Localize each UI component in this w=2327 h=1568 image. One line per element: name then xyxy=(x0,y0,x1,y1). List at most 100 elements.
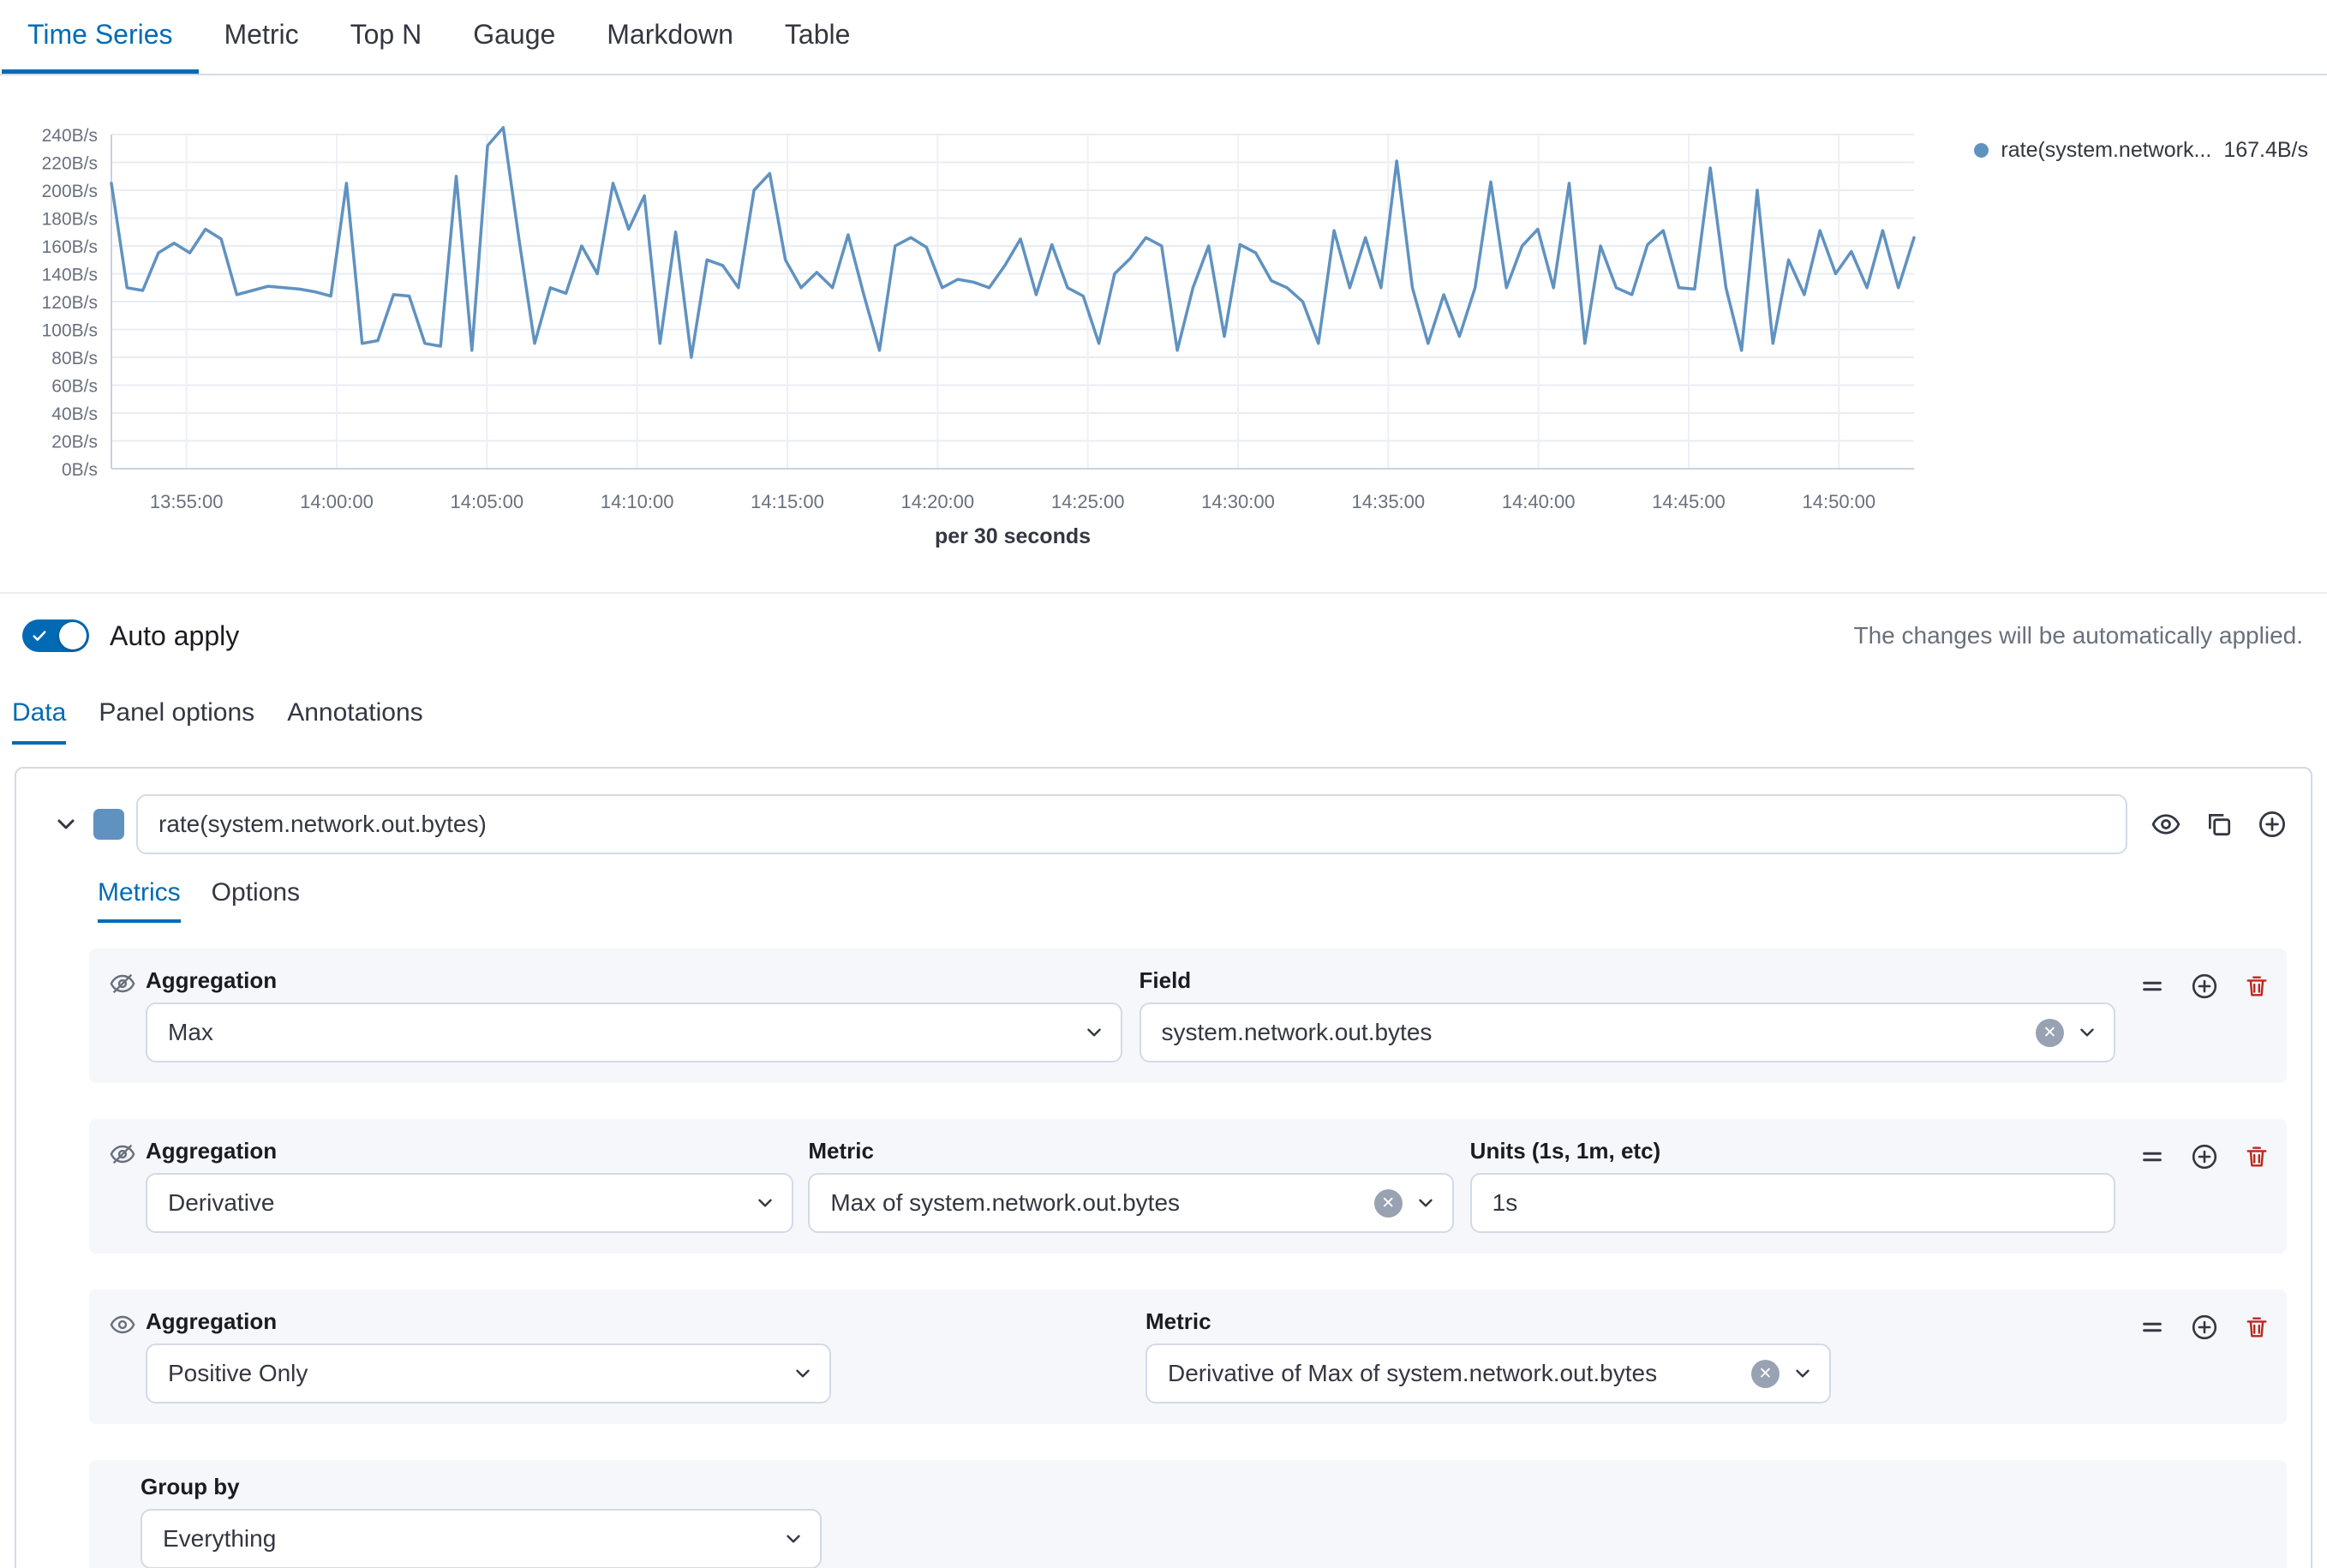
x-axis-label: 13:55:00 xyxy=(150,491,224,512)
select-value: Derivative xyxy=(168,1189,742,1217)
metric-row: Aggregation Max Field system.network.out… xyxy=(89,949,2287,1083)
add-series-button[interactable] xyxy=(2258,810,2287,839)
drag-handle-icon[interactable] xyxy=(2139,973,2165,999)
metric-label: Metric xyxy=(1146,1308,1831,1335)
tab-panel-options[interactable]: Panel options xyxy=(99,698,254,745)
clone-series-button[interactable] xyxy=(2204,810,2234,839)
x-axis-label: 14:25:00 xyxy=(1051,491,1125,512)
panel-editor: Auto apply The changes will be automatic… xyxy=(0,592,2327,1568)
metric-row-actions xyxy=(2139,1314,2270,1341)
trash-icon xyxy=(2244,1314,2270,1340)
delete-metric-button[interactable] xyxy=(2244,1314,2270,1340)
tab-metric[interactable]: Metric xyxy=(199,0,325,74)
auto-apply-toggle[interactable] xyxy=(22,619,89,652)
plus-circle-icon xyxy=(2191,1314,2218,1341)
delete-metric-button[interactable] xyxy=(2244,973,2270,999)
select-value: Positive Only xyxy=(168,1360,780,1387)
group-by-label: Group by xyxy=(141,1474,822,1500)
y-axis-label: 0B/s xyxy=(62,460,98,480)
x-axis-label: 14:30:00 xyxy=(1201,491,1275,512)
y-axis-label: 60B/s xyxy=(51,377,98,397)
x-axis-label: 14:35:00 xyxy=(1352,491,1426,512)
add-metric-button[interactable] xyxy=(2191,1314,2218,1341)
metric-label: Metric xyxy=(808,1138,1453,1164)
clear-icon[interactable]: ✕ xyxy=(2036,1019,2064,1047)
aggregation-select[interactable]: Derivative xyxy=(146,1173,793,1233)
editor-tabs: Data Panel options Annotations xyxy=(12,698,2327,745)
x-axis-label: 14:00:00 xyxy=(300,491,374,512)
y-axis-label: 240B/s xyxy=(42,126,98,146)
aggregation-label: Aggregation xyxy=(146,1308,831,1335)
series-panel: Metrics Options Aggregation Max xyxy=(15,767,2312,1568)
check-icon xyxy=(31,627,48,644)
tab-annotations[interactable]: Annotations xyxy=(287,698,422,745)
x-axis-label: 14:40:00 xyxy=(1502,491,1576,512)
tab-time-series[interactable]: Time Series xyxy=(2,0,199,74)
eye-icon xyxy=(110,1312,135,1342)
group-by-select[interactable]: Everything xyxy=(141,1509,822,1568)
select-value: Everything xyxy=(163,1525,770,1553)
x-axis-label: 14:50:00 xyxy=(1803,491,1876,512)
add-metric-button[interactable] xyxy=(2191,1143,2218,1170)
group-by-row: Group by Everything xyxy=(89,1460,2287,1568)
chevron-down-icon xyxy=(1083,1021,1105,1044)
tab-gauge[interactable]: Gauge xyxy=(447,0,581,74)
plus-circle-icon xyxy=(2258,810,2287,839)
toggle-series-visibility-button[interactable] xyxy=(2151,810,2180,839)
drag-handle-icon[interactable] xyxy=(2139,1144,2165,1170)
aggregation-label: Aggregation xyxy=(146,967,1122,994)
clear-icon[interactable]: ✕ xyxy=(1751,1360,1780,1388)
select-value: Max xyxy=(168,1019,1071,1046)
legend-value: 167.4B/s xyxy=(2223,138,2308,163)
tab-options[interactable]: Options xyxy=(212,878,300,923)
chevron-down-icon xyxy=(1792,1362,1814,1385)
y-axis-label: 40B/s xyxy=(51,404,98,424)
delete-metric-button[interactable] xyxy=(2244,1144,2270,1170)
tab-top-n[interactable]: Top N xyxy=(325,0,448,74)
field-combo[interactable]: system.network.out.bytes ✕ xyxy=(1140,1002,2116,1062)
units-input[interactable] xyxy=(1470,1173,2115,1233)
tab-data[interactable]: Data xyxy=(12,698,66,745)
collapse-series-button[interactable] xyxy=(51,809,81,840)
series-actions xyxy=(2151,810,2287,839)
series-label-input[interactable] xyxy=(136,794,2127,854)
y-axis-label: 80B/s xyxy=(51,349,98,368)
eye-slash-icon xyxy=(110,1141,135,1171)
y-axis-label: 20B/s xyxy=(51,433,98,452)
add-metric-button[interactable] xyxy=(2191,973,2218,1000)
metric-row-actions xyxy=(2139,973,2270,1000)
series-header xyxy=(51,794,2287,854)
field-label: Field xyxy=(1140,967,2116,994)
panel-type-tabs: Time Series Metric Top N Gauge Markdown … xyxy=(0,0,2327,75)
metric-combo[interactable]: Max of system.network.out.bytes ✕ xyxy=(808,1173,1453,1233)
tab-markdown[interactable]: Markdown xyxy=(581,0,759,74)
tab-table[interactable]: Table xyxy=(759,0,876,74)
trash-icon xyxy=(2244,1144,2270,1170)
tab-metrics[interactable]: Metrics xyxy=(98,878,181,923)
series-color-swatch[interactable] xyxy=(93,809,124,840)
y-axis-label: 200B/s xyxy=(42,182,98,201)
chart-interval-label: per 30 seconds xyxy=(111,524,1914,549)
timeseries-chart-section: 240B/s220B/s200B/s180B/s160B/s140B/s120B… xyxy=(0,75,2327,592)
drag-handle-icon[interactable] xyxy=(2139,1314,2165,1340)
trash-icon xyxy=(2244,973,2270,999)
metric-row: Aggregation Positive Only Metric Derivat… xyxy=(89,1290,2287,1424)
aggregation-select[interactable]: Max xyxy=(146,1002,1122,1062)
combo-value: Derivative of Max of system.network.out.… xyxy=(1168,1360,1741,1387)
legend-dot xyxy=(1974,143,1989,158)
legend-label: rate(system.network... xyxy=(2001,138,2211,163)
y-axis-label: 220B/s xyxy=(42,154,98,174)
x-axis-label: 14:15:00 xyxy=(751,491,824,512)
series-sub-tabs: Metrics Options xyxy=(98,878,2287,923)
aggregation-select[interactable]: Positive Only xyxy=(146,1344,831,1403)
y-axis-label: 140B/s xyxy=(42,266,98,285)
copy-icon xyxy=(2204,810,2234,839)
clear-icon[interactable]: ✕ xyxy=(1374,1189,1403,1218)
metric-combo[interactable]: Derivative of Max of system.network.out.… xyxy=(1146,1344,1831,1403)
auto-apply-label: Auto apply xyxy=(110,620,239,652)
y-axis-label: 120B/s xyxy=(42,293,98,313)
x-axis-label: 14:10:00 xyxy=(601,491,674,512)
x-axis-label: 14:05:00 xyxy=(451,491,524,512)
legend-item[interactable]: rate(system.network... 167.4B/s xyxy=(1974,138,2308,163)
combo-value: system.network.out.bytes xyxy=(1162,1019,2026,1046)
